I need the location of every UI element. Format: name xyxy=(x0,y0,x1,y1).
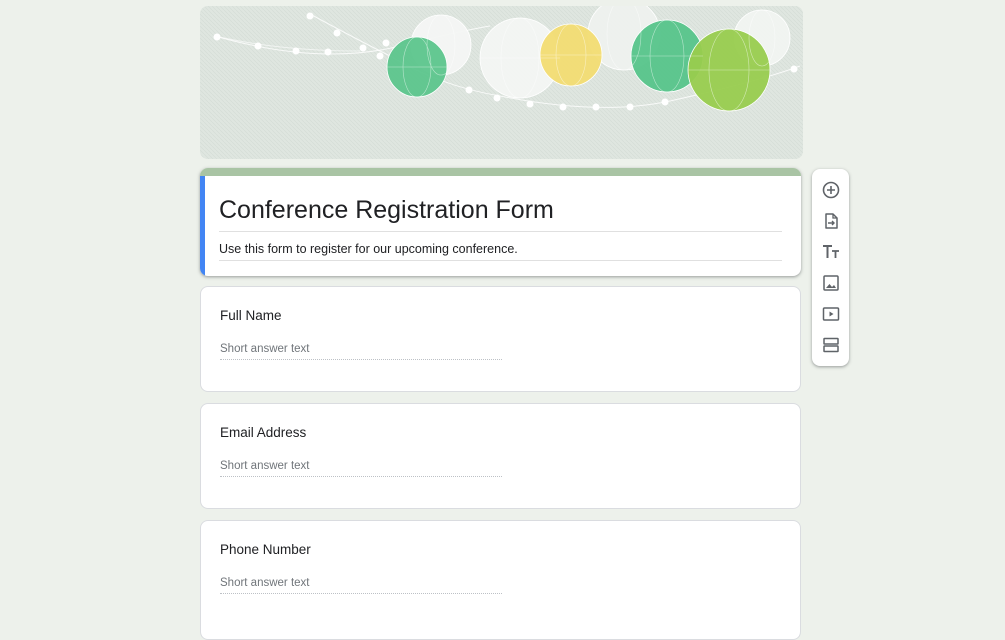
add-title-description-button[interactable] xyxy=(818,239,843,264)
form-description[interactable]: Use this form to register for our upcomi… xyxy=(219,241,782,261)
short-answer-placeholder: Short answer text xyxy=(220,460,502,477)
question-title: Full Name xyxy=(220,308,282,323)
section-icon xyxy=(822,337,839,352)
lanterns-illustration xyxy=(200,6,803,159)
import-questions-icon xyxy=(824,212,838,229)
question-title: Phone Number xyxy=(220,542,311,557)
form-title[interactable]: Conference Registration Form xyxy=(219,195,782,232)
form-title-card[interactable]: Conference Registration Form Use this fo… xyxy=(200,168,801,276)
theme-accent-bar xyxy=(200,168,801,176)
add-section-button[interactable] xyxy=(818,332,843,357)
question-card-phone-number[interactable]: Phone Number Short answer text xyxy=(200,520,801,640)
question-title: Email Address xyxy=(220,425,307,440)
add-question-button[interactable] xyxy=(818,177,843,202)
active-card-indicator xyxy=(200,176,205,276)
header-banner-image xyxy=(200,6,803,159)
add-image-button[interactable] xyxy=(818,270,843,295)
video-icon xyxy=(822,306,839,321)
image-icon xyxy=(822,274,839,291)
floating-toolbar xyxy=(812,169,849,366)
import-questions-button[interactable] xyxy=(818,208,843,233)
question-card-full-name[interactable]: Full Name Short answer text xyxy=(200,286,801,392)
add-video-button[interactable] xyxy=(818,301,843,326)
question-card-email-address[interactable]: Email Address Short answer text xyxy=(200,403,801,509)
add-circle-icon xyxy=(822,181,839,198)
short-answer-placeholder: Short answer text xyxy=(220,343,502,360)
title-text-icon xyxy=(822,244,839,258)
short-answer-placeholder: Short answer text xyxy=(220,577,502,594)
